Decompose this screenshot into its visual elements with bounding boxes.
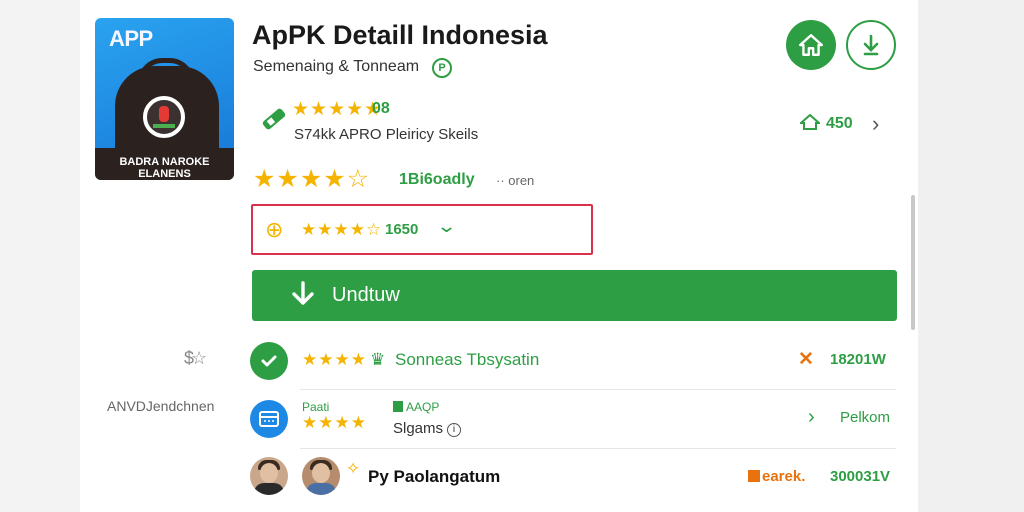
list-item-small-label: Paati bbox=[302, 400, 330, 414]
list-item-name: Slgams i bbox=[393, 420, 462, 437]
home-icon bbox=[798, 34, 824, 56]
list-item-app-text: AAQP bbox=[406, 400, 440, 414]
app-mini-icon bbox=[393, 401, 403, 412]
list-item-label: Sonneas Tbsysatin bbox=[395, 350, 540, 369]
avatar-body bbox=[306, 483, 336, 495]
selected-rating-dropdown[interactable]: ⊕ ★★★★☆ 1650 ⌄ bbox=[251, 204, 593, 255]
selected-stars: ★★★★☆ bbox=[301, 220, 383, 239]
list-item-link[interactable]: Pelkom bbox=[840, 409, 890, 426]
info-icon[interactable]: i bbox=[447, 423, 462, 437]
app-subtitle[interactable]: Semenaing & Tonneam bbox=[253, 58, 419, 76]
icon-band-line1: BADRA NAROKE bbox=[119, 156, 210, 168]
installs-value: 450 bbox=[826, 115, 853, 132]
rating-stars: ★★★★☆ bbox=[253, 165, 371, 193]
avatar[interactable] bbox=[302, 457, 340, 495]
list-item[interactable]: Paati ★★★★ AAQP Slgams i › Pelkom bbox=[250, 400, 900, 440]
share-star-icon[interactable]: $☆ bbox=[184, 348, 207, 369]
house-icon bbox=[800, 114, 820, 130]
rating-text: 1Bi6oadly bbox=[399, 171, 475, 188]
status-badge: earek. bbox=[748, 468, 805, 485]
list-item-count: 300031V bbox=[830, 468, 891, 485]
scrollbar[interactable] bbox=[911, 195, 915, 330]
download-round-button[interactable] bbox=[846, 20, 896, 70]
pencil-icon bbox=[262, 108, 286, 130]
icon-band-line2: ELANENS bbox=[138, 168, 191, 180]
home-button[interactable] bbox=[786, 20, 836, 70]
crown-icon: ♛ bbox=[369, 350, 387, 369]
list-item-name-text: Slgams bbox=[393, 420, 444, 437]
verified-badge: P bbox=[432, 58, 452, 78]
chevron-right-icon[interactable]: › bbox=[872, 111, 879, 137]
emblem-icon bbox=[143, 96, 185, 138]
list-item-count: 18201W bbox=[830, 351, 886, 368]
chevron-right-icon[interactable]: › bbox=[808, 406, 815, 429]
app-icon-tag: APP bbox=[109, 26, 153, 51]
developer-number: 08 bbox=[372, 100, 390, 117]
avatar-head bbox=[260, 463, 278, 483]
list-item-name: Py Paolangatum bbox=[368, 467, 501, 486]
side-label: ANVDJendchnen bbox=[107, 398, 215, 414]
download-icon bbox=[863, 34, 879, 56]
background-margin bbox=[918, 0, 1024, 512]
divider bbox=[300, 448, 896, 449]
avatar-head bbox=[312, 463, 330, 483]
sparkle-icon: ✧ bbox=[346, 459, 361, 478]
developer-description: S74kk APRO Pleiricy Skeils bbox=[294, 126, 479, 143]
app-logo-icon: APP BADRA NAROKE ELANENS bbox=[95, 18, 234, 180]
avatar-body bbox=[254, 483, 284, 495]
rating-row: ★★★★☆ 1Bi6oadly ·· oren bbox=[253, 164, 534, 194]
x-icon[interactable]: ✕ bbox=[798, 348, 814, 371]
rating-extra: ·· oren bbox=[496, 173, 535, 188]
list-item-stars-value: ★★★★ bbox=[302, 350, 367, 369]
list-item-stars: ★★★★ bbox=[302, 413, 367, 432]
emblem-dot bbox=[159, 106, 169, 122]
download-label: Undtuw bbox=[332, 284, 400, 306]
installs-count[interactable]: 450 bbox=[800, 114, 853, 133]
list-item-stars: ★★★★ ♛ bbox=[302, 350, 386, 370]
icon-band: BADRA NAROKE ELANENS bbox=[95, 148, 234, 180]
emblem-ring bbox=[153, 124, 175, 128]
download-button[interactable]: Undtuw bbox=[252, 270, 897, 321]
list-item[interactable]: ★★★★ ♛ Sonneas Tbsysatin ✕ 18201W bbox=[250, 342, 900, 382]
calendar-icon bbox=[250, 400, 288, 438]
divider bbox=[300, 389, 896, 390]
lock-icon: ⊕ bbox=[265, 217, 284, 242]
status-badge-text: earek. bbox=[762, 468, 806, 485]
download-arrow-icon bbox=[292, 281, 314, 305]
check-icon bbox=[250, 342, 288, 380]
chevron-down-icon: ⌄ bbox=[435, 216, 458, 236]
list-item-app: AAQP bbox=[393, 400, 439, 414]
avatar[interactable] bbox=[250, 457, 288, 495]
selected-value: 1650 bbox=[385, 221, 419, 238]
list-item[interactable]: ✧ Py Paolangatum earek. 300031V bbox=[250, 457, 900, 497]
app-title: ApPK Detaill Indonesia bbox=[252, 20, 548, 50]
developer-stars: ★★★★★ bbox=[292, 99, 383, 120]
badge-square-icon bbox=[748, 470, 760, 482]
